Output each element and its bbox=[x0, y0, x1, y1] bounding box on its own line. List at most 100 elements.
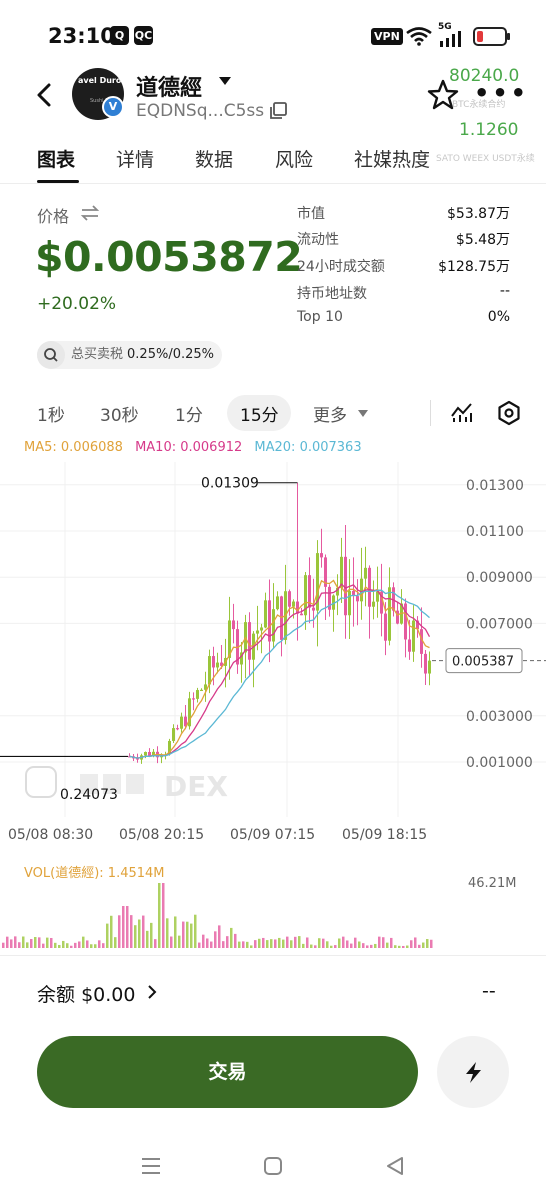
candle-body bbox=[412, 620, 415, 652]
volume-bar bbox=[426, 939, 429, 948]
tax-label: 总买卖税 bbox=[71, 347, 124, 362]
volume-bar bbox=[90, 944, 93, 948]
battery-icon bbox=[473, 27, 510, 46]
volume-bar bbox=[370, 944, 373, 948]
y-tick-label: 0.001000 bbox=[466, 755, 533, 771]
more-options-icon[interactable]: ••• bbox=[474, 81, 529, 105]
volume-bar bbox=[398, 945, 401, 948]
y-tick-label: 0.01100 bbox=[466, 524, 524, 540]
tax-value: 0.25%/0.25% bbox=[127, 347, 214, 362]
interval-1s[interactable]: 1秒 bbox=[37, 401, 65, 426]
y-tick-label: 0.01300 bbox=[466, 478, 524, 494]
tab-details[interactable]: 详情 bbox=[116, 145, 154, 172]
interval-more[interactable]: 更多 bbox=[313, 401, 347, 426]
more-caret-icon[interactable] bbox=[358, 410, 368, 417]
quick-trade-button[interactable] bbox=[437, 1036, 509, 1108]
watermark-text: DEX bbox=[164, 770, 228, 803]
tab-chart[interactable]: 图表 bbox=[37, 145, 75, 172]
copy-icon[interactable] bbox=[268, 101, 288, 121]
volume-bar bbox=[50, 937, 53, 948]
home-icon[interactable] bbox=[261, 1154, 285, 1178]
candle-body bbox=[300, 613, 303, 616]
volume-bar bbox=[302, 943, 305, 948]
price-chart[interactable]: DEX 0.01300 0.01100 0.009000 0.007000 0.0030… bbox=[0, 462, 546, 852]
candle-body bbox=[192, 698, 195, 700]
wifi-icon bbox=[406, 27, 432, 46]
volume-bar bbox=[318, 938, 321, 948]
volume-bar bbox=[350, 943, 353, 948]
chevron-right-icon[interactable] bbox=[146, 984, 158, 1000]
trade-button[interactable]: 交易 bbox=[37, 1036, 418, 1108]
balance-label: 余额 bbox=[37, 984, 76, 1006]
swap-icon[interactable] bbox=[80, 205, 100, 221]
volume-bar bbox=[170, 936, 173, 948]
volume-bar bbox=[322, 938, 325, 948]
candle-body bbox=[144, 751, 147, 756]
back-nav-icon[interactable] bbox=[383, 1154, 407, 1178]
tab-social[interactable]: 社媒热度 bbox=[354, 145, 430, 172]
menu-icon[interactable] bbox=[139, 1154, 163, 1178]
volume-bar bbox=[6, 936, 9, 948]
volume-legend: VOL(道德經): 1.4514M bbox=[24, 866, 165, 881]
divider bbox=[430, 400, 431, 426]
balance[interactable]: 余额 $0.00 bbox=[37, 980, 135, 1007]
volume-bar bbox=[382, 937, 385, 948]
back-arrow-icon[interactable] bbox=[30, 80, 60, 110]
volume-bar bbox=[2, 942, 5, 948]
stat-liquidity: 流动性 $5.48万 bbox=[297, 232, 510, 248]
volume-bar bbox=[258, 938, 261, 948]
tax-search-button[interactable] bbox=[37, 341, 65, 369]
volume-bar bbox=[22, 936, 25, 948]
volume-bar bbox=[374, 943, 377, 948]
candle-body bbox=[208, 656, 211, 685]
stat-top10: Top 10 0% bbox=[297, 309, 510, 325]
candle-body bbox=[320, 553, 323, 558]
volume-bar bbox=[310, 944, 313, 948]
candle-body bbox=[312, 607, 315, 611]
price-change: +20.02% bbox=[37, 294, 117, 314]
ma20-label: MA20: 0.007363 bbox=[254, 440, 362, 455]
volume-bar bbox=[262, 937, 265, 948]
volume-bar bbox=[70, 945, 73, 948]
volume-bar bbox=[306, 937, 309, 948]
ma5-label: MA5: 0.006088 bbox=[24, 440, 123, 455]
volume-bar bbox=[334, 945, 337, 948]
signal-icon bbox=[440, 31, 461, 47]
interval-1m[interactable]: 1分 bbox=[175, 401, 203, 426]
volume-bar bbox=[194, 914, 197, 948]
volume-bar bbox=[174, 916, 177, 948]
volume-bar bbox=[154, 939, 157, 948]
volume-bar bbox=[34, 937, 37, 948]
volume-bar bbox=[66, 943, 69, 948]
volume-bar bbox=[162, 883, 165, 948]
candle-body bbox=[408, 639, 411, 652]
token-dropdown-icon[interactable] bbox=[219, 77, 231, 85]
volume-bar bbox=[102, 943, 105, 948]
volume-bar bbox=[54, 942, 57, 948]
volume-bar bbox=[230, 927, 233, 948]
volume-bar bbox=[430, 939, 433, 948]
volume-bar bbox=[166, 918, 169, 948]
volume-bar bbox=[326, 941, 329, 948]
interval-30s[interactable]: 30秒 bbox=[100, 401, 139, 426]
volume-bar bbox=[366, 945, 369, 948]
settings-icon[interactable] bbox=[496, 400, 522, 426]
tab-risk[interactable]: 风险 bbox=[275, 145, 313, 172]
app-badge-icon: Q bbox=[110, 26, 129, 45]
candle-body bbox=[360, 578, 363, 602]
volume-bar bbox=[198, 942, 201, 948]
interval-15m[interactable]: 15分 bbox=[240, 401, 279, 426]
indicator-icon[interactable] bbox=[450, 400, 474, 424]
volume-bar bbox=[86, 940, 89, 948]
volume-bar bbox=[266, 940, 269, 948]
volume-bar bbox=[202, 934, 205, 948]
balance-value: $0.00 bbox=[81, 984, 136, 1006]
volume-bar bbox=[274, 939, 277, 948]
candle-body bbox=[276, 596, 279, 610]
token-name[interactable]: 道德經 bbox=[136, 70, 202, 102]
tab-data[interactable]: 数据 bbox=[195, 145, 233, 172]
volume-bar bbox=[74, 942, 77, 948]
volume-bar bbox=[218, 925, 221, 948]
app-badge-icon: QC bbox=[134, 26, 153, 45]
volume-bar bbox=[226, 936, 229, 948]
